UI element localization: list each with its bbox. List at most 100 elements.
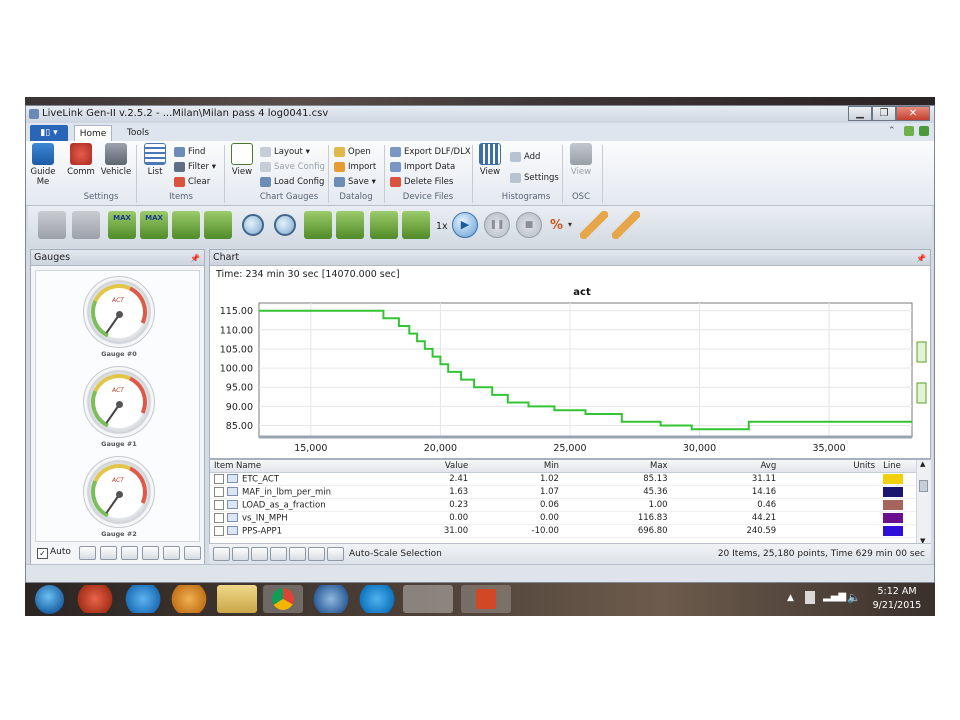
import-data-button[interactable]: Import Data — [390, 160, 455, 174]
hash-icon[interactable] — [251, 547, 268, 561]
help-icon[interactable] — [904, 126, 914, 136]
livelink-taskbar-icon[interactable] — [403, 585, 453, 613]
internet-explorer-icon[interactable] — [123, 585, 163, 613]
gauge-2[interactable]: ACT — [83, 456, 155, 528]
text-icon[interactable] — [308, 547, 325, 561]
skype-icon[interactable] — [357, 585, 397, 613]
zoom-region-icon[interactable] — [172, 211, 200, 239]
save-button[interactable]: Save ▾ — [334, 175, 376, 189]
find-button[interactable]: Find — [174, 145, 205, 159]
play-icon[interactable]: ▶ — [452, 212, 478, 238]
cursor-end-icon[interactable] — [402, 211, 430, 239]
app-a-icon[interactable] — [311, 585, 351, 613]
list-button[interactable]: List — [140, 143, 170, 177]
max-right-icon[interactable]: MAX — [140, 211, 168, 239]
powerpoint-icon[interactable] — [461, 585, 511, 613]
cursor-right-icon[interactable] — [370, 211, 398, 239]
pause-icon[interactable]: ❚❚ — [484, 212, 510, 238]
pencil-alt-icon[interactable] — [232, 547, 249, 561]
scroll-thumb[interactable] — [919, 480, 928, 492]
import-button[interactable]: Import — [334, 160, 376, 174]
column-header-units[interactable]: Units — [780, 460, 880, 473]
column-header-min[interactable]: Min — [472, 460, 563, 473]
media-player-icon[interactable] — [169, 585, 209, 613]
maximize-button[interactable]: ❐ — [872, 106, 896, 121]
table-row[interactable]: MAF_in_lbm_per_min 1.63 1.07 45.36 14.16 — [210, 485, 916, 499]
histogram-add-button[interactable]: Add — [510, 150, 540, 164]
column-header-max[interactable]: Max — [562, 460, 672, 473]
y-scale-down-icon[interactable] — [916, 382, 927, 404]
tab-tools[interactable]: Tools — [118, 125, 158, 141]
pin-icon[interactable]: 📌 — [190, 251, 200, 266]
table-row[interactable]: ETC_ACT 2.41 1.02 85.13 31.11 — [210, 472, 916, 486]
pencil-icon[interactable] — [213, 547, 230, 561]
line-color-swatch[interactable] — [883, 499, 904, 510]
zoom-in-icon[interactable] — [274, 214, 296, 236]
gauge-settings-icon[interactable] — [100, 546, 117, 560]
open-button[interactable]: Open — [334, 145, 371, 159]
line-color-swatch[interactable] — [883, 486, 904, 497]
playback-speed[interactable]: 1x — [436, 221, 448, 232]
chart-view-button[interactable]: View — [228, 143, 256, 177]
minimize-button[interactable]: ▁ — [848, 106, 872, 121]
osc-view-button[interactable]: View — [566, 143, 596, 177]
histogram-settings-button[interactable]: Settings — [510, 171, 559, 185]
percent-dropdown-icon[interactable]: ▾ — [568, 220, 572, 229]
scroll-up-icon[interactable]: ▲ — [920, 460, 925, 468]
gauge-1[interactable]: ACT — [83, 366, 155, 438]
chrome-icon[interactable] — [263, 585, 303, 613]
line-color-swatch[interactable] — [883, 473, 904, 484]
pencil-left-icon[interactable] — [580, 211, 608, 239]
gauge-0[interactable]: ACT — [83, 276, 155, 348]
tray-arrow-icon[interactable]: ▲ — [787, 593, 794, 603]
column-header-value[interactable]: Value — [381, 460, 473, 473]
save-config-button[interactable]: Save Config — [260, 160, 325, 174]
line-color-swatch[interactable] — [883, 512, 904, 523]
about-icon[interactable] — [919, 126, 929, 136]
gauge-refresh-icon[interactable] — [184, 546, 201, 560]
y-scale-up-icon[interactable] — [916, 341, 927, 363]
clock-time[interactable]: 5:12 AM — [875, 586, 919, 597]
pencil-right-icon[interactable] — [612, 211, 640, 239]
cursor-left-icon[interactable] — [304, 211, 332, 239]
row-checkbox[interactable] — [214, 486, 224, 497]
battery-icon[interactable] — [805, 591, 815, 604]
todoist-icon[interactable] — [75, 585, 115, 613]
app-menu-button[interactable]: ▮▯ ▾ — [30, 125, 68, 141]
auto-checkbox[interactable]: ✓ — [37, 548, 48, 559]
chart-canvas[interactable]: act 85.00 90.00 95.00 100.00 105.00 110.00 115… — [210, 266, 930, 458]
histogram-view-button[interactable]: View — [476, 143, 504, 177]
guide-me-button[interactable]: Guide Me — [28, 143, 58, 187]
column-header-item-name[interactable]: Item Name — [210, 460, 382, 473]
file-explorer-icon[interactable] — [217, 585, 257, 613]
fit-region-icon[interactable] — [204, 211, 232, 239]
layout-button[interactable]: Layout ▾ — [260, 145, 310, 159]
close-button[interactable]: ✕ — [896, 106, 930, 121]
row-checkbox[interactable] — [214, 499, 224, 510]
network-icon[interactable]: ▂▄▆ — [823, 591, 846, 602]
clock-date[interactable]: 9/21/2015 — [871, 600, 923, 611]
filter-button[interactable]: Filter ▾ — [174, 160, 216, 174]
table-row[interactable]: vs_IN_MPH 0.00 0.00 116.83 44.21 — [210, 511, 916, 525]
gauge-add-icon[interactable] — [79, 546, 96, 560]
vehicle-button[interactable]: Vehicle — [100, 143, 132, 177]
line-color-swatch[interactable] — [883, 525, 904, 536]
table-scrollbar[interactable]: ▲ ▼ — [916, 460, 931, 549]
row-checkbox[interactable] — [214, 473, 224, 484]
column-header-avg[interactable]: Avg — [671, 460, 781, 473]
gauge-open-icon[interactable] — [163, 546, 180, 560]
record-icon[interactable] — [38, 211, 66, 239]
gauge-save-icon[interactable] — [142, 546, 159, 560]
cursor-icon[interactable] — [336, 211, 364, 239]
table-row[interactable]: LOAD_as_a_fraction 0.23 0.06 1.00 0.46 — [210, 498, 916, 512]
load-config-button[interactable]: Load Config — [260, 175, 324, 189]
export-dlf-button[interactable]: Export DLF/DLX — [390, 145, 471, 159]
table-row[interactable]: PPS-APP1 31.00 -10.00 696.80 240.59 — [210, 524, 916, 538]
link-icon[interactable] — [270, 547, 287, 561]
tab-home[interactable]: Home — [74, 125, 112, 141]
row-checkbox[interactable] — [214, 525, 224, 536]
clear-button[interactable]: Clear — [174, 175, 210, 189]
pin-icon[interactable]: 📌 — [916, 251, 926, 266]
zoom-out-icon[interactable] — [242, 214, 264, 236]
max-left-icon[interactable]: MAX — [108, 211, 136, 239]
